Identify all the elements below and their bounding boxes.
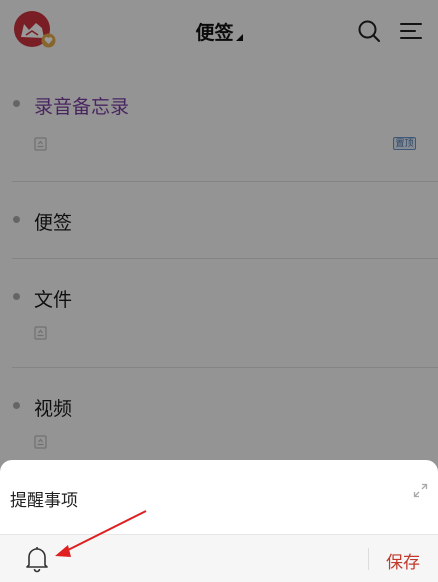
sheet-toolbar: 保存	[0, 534, 438, 582]
bell-icon[interactable]	[25, 545, 49, 573]
note-input[interactable]: 提醒事项	[10, 486, 78, 511]
toolbar-divider	[368, 548, 369, 570]
expand-icon[interactable]	[413, 483, 428, 498]
new-note-sheet: 提醒事项 保存	[0, 460, 438, 582]
save-button[interactable]: 保存	[386, 548, 420, 573]
notes-app-screen: 便签 录音备忘录 置顶 便签 文件 视频 提醒事项 保存	[0, 0, 438, 582]
